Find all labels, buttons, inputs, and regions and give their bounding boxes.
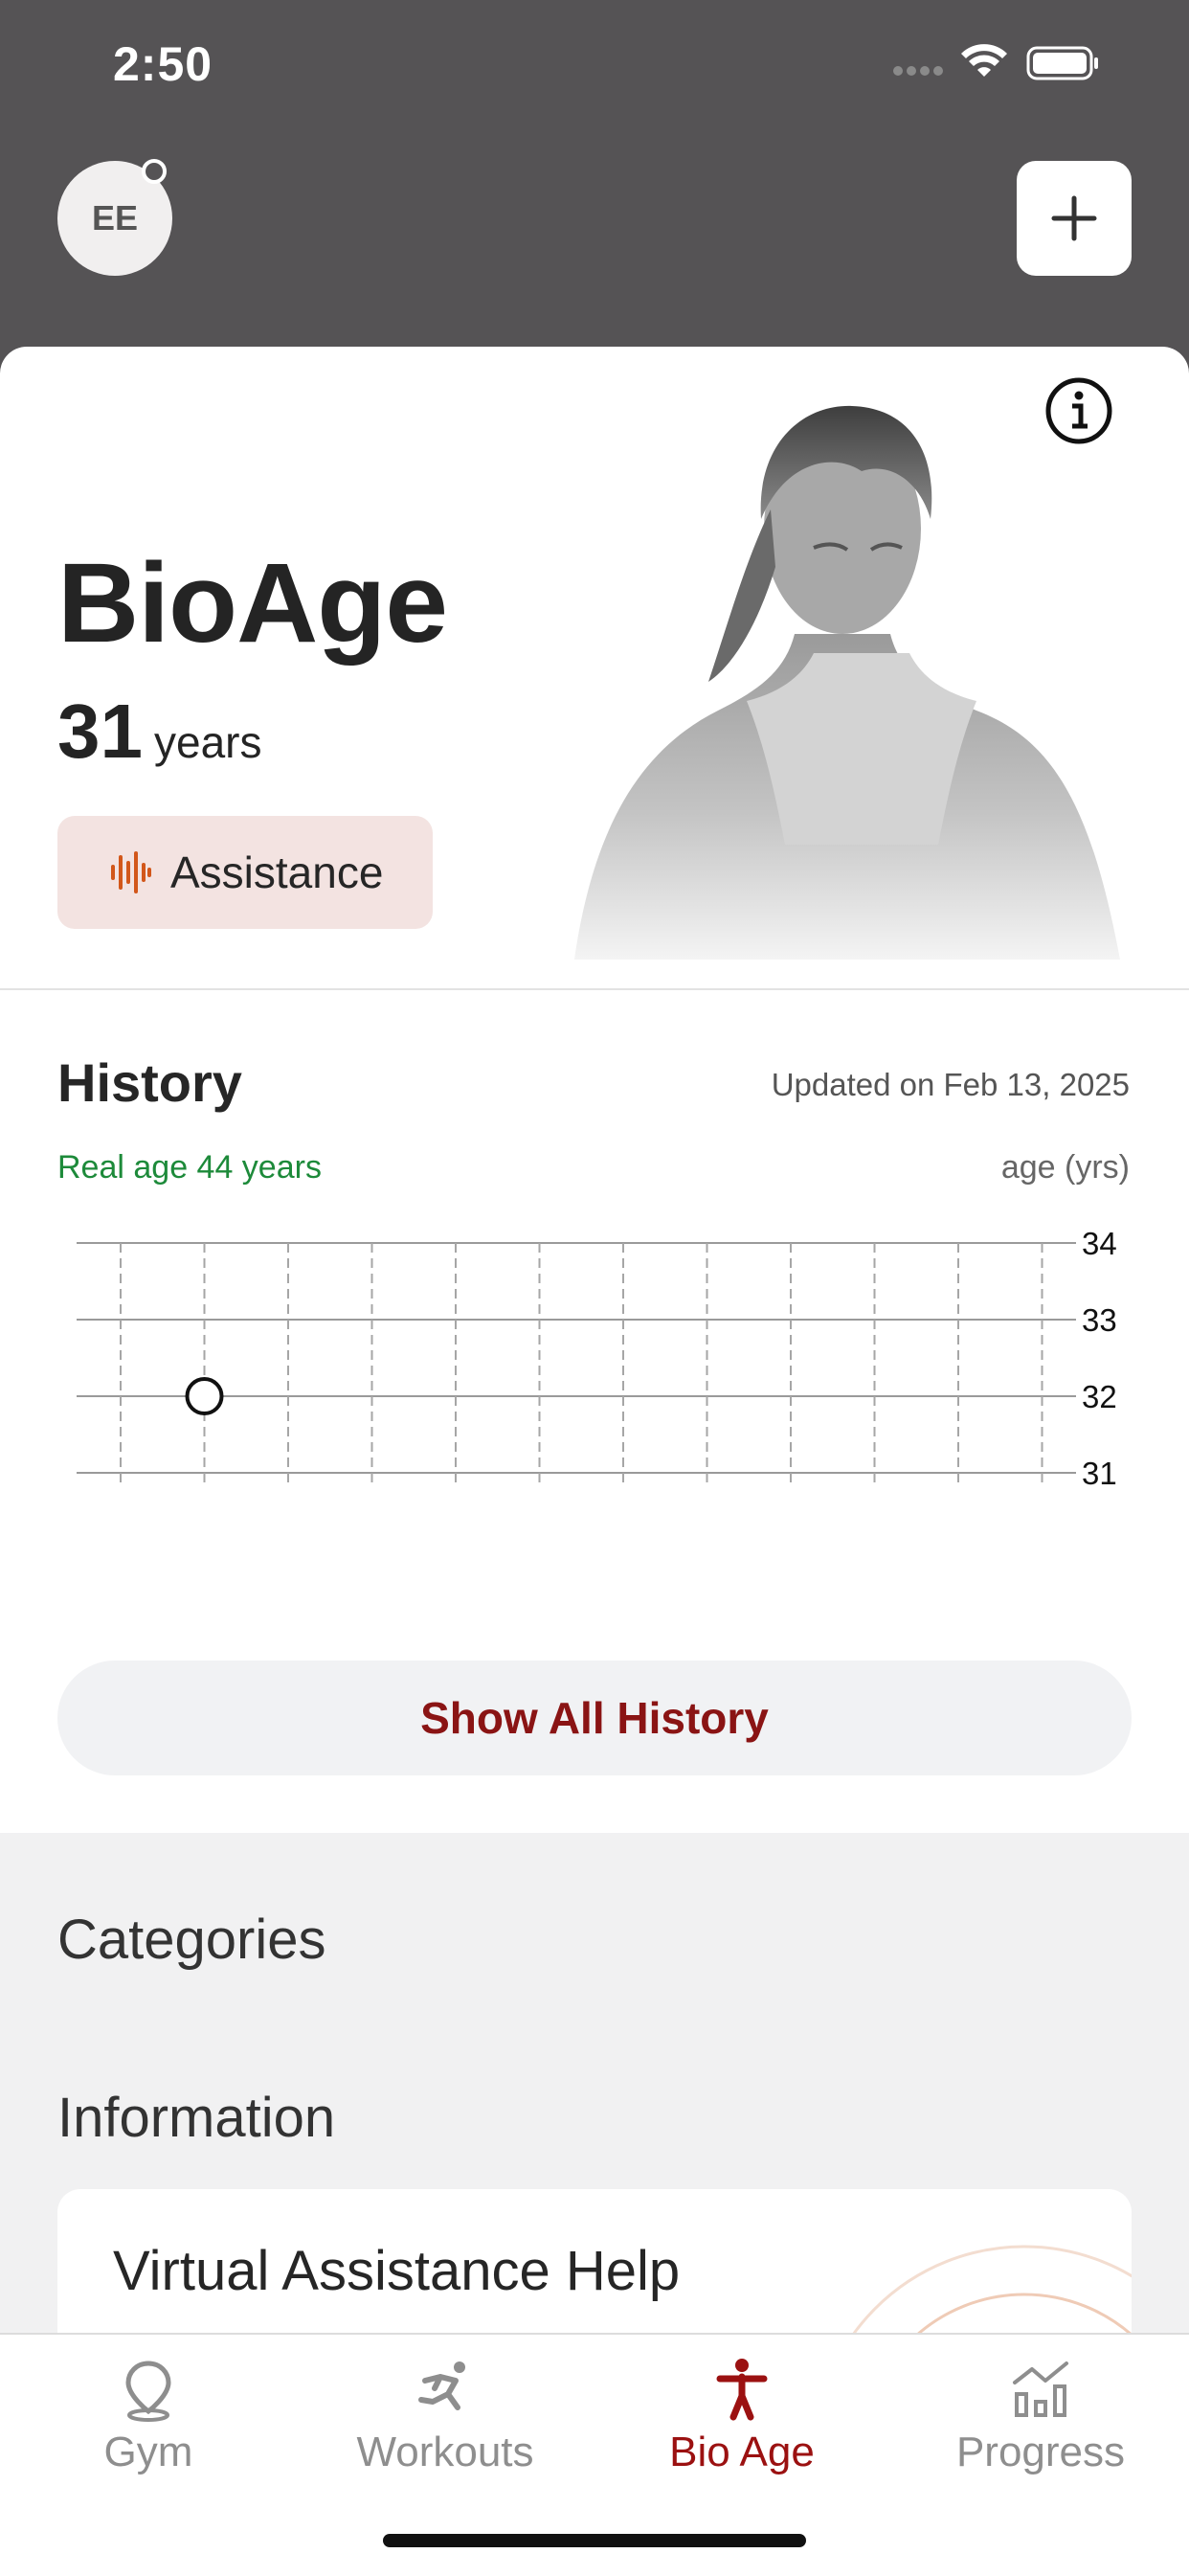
add-button[interactable] xyxy=(1017,161,1132,276)
y-tick-label: 33 xyxy=(1082,1302,1117,1338)
history-chart: 3433323130JanFebMarAprMayJunJulAugSepOct… xyxy=(77,1226,1117,1486)
assistance-label: Assistance xyxy=(170,847,384,897)
virtual-assistance-title: Virtual Assistance Help xyxy=(113,2240,681,2302)
categories-heading: Categories xyxy=(57,1909,326,1971)
body-figure-icon xyxy=(716,2359,768,2421)
bioage-unit: years xyxy=(153,717,262,767)
tab-bio-age[interactable]: Bio Age xyxy=(617,2356,866,2476)
battery-icon xyxy=(1026,46,1098,80)
bioage-number: 31 xyxy=(57,689,143,774)
y-tick-label: 31 xyxy=(1082,1456,1117,1486)
home-indicator xyxy=(383,2534,806,2547)
history-title: History xyxy=(57,1052,242,1113)
avatar-initials: EE xyxy=(91,198,139,237)
show-all-history-label: Show All History xyxy=(420,1693,769,1743)
tab-label: Bio Age xyxy=(669,2429,815,2475)
wifi-icon xyxy=(961,44,1007,77)
tab-label: Gym xyxy=(103,2429,193,2475)
y-tick-label: 32 xyxy=(1082,1379,1117,1414)
bioage-card: BioAge 31 years Assistance History Update… xyxy=(0,347,1189,1833)
bioage-value: 31 years xyxy=(57,688,261,776)
data-point xyxy=(185,1377,224,1415)
axis-unit-label: age (yrs) xyxy=(1000,1149,1130,1186)
bioage-title: BioAge xyxy=(57,540,448,667)
history-updated-text: Updated on Feb 13, 2025 xyxy=(771,1067,1130,1102)
info-icon[interactable] xyxy=(1043,375,1114,446)
information-heading: Information xyxy=(57,2087,336,2149)
location-pin-icon xyxy=(125,2361,171,2422)
show-all-history-button[interactable]: Show All History xyxy=(57,1661,1132,1775)
running-figure-icon xyxy=(418,2361,465,2410)
tab-label: Progress xyxy=(955,2429,1126,2475)
real-age-text: Real age 44 years xyxy=(57,1149,322,1186)
plus-icon xyxy=(1051,195,1097,241)
assistance-button[interactable]: Assistance xyxy=(57,816,433,929)
status-icons xyxy=(892,42,1132,89)
tab-workouts[interactable]: Workouts xyxy=(321,2356,570,2476)
tab-progress[interactable]: Progress xyxy=(916,2356,1165,2476)
status-time: 2:50 xyxy=(113,37,213,91)
bar-chart-icon xyxy=(1013,2361,1068,2417)
section-divider xyxy=(0,988,1189,990)
athlete-portrait-image xyxy=(574,405,1120,960)
tab-gym[interactable]: Gym xyxy=(24,2356,273,2476)
soundwave-icon xyxy=(111,851,151,893)
y-tick-label: 34 xyxy=(1082,1226,1117,1261)
tab-label: Workouts xyxy=(356,2429,534,2475)
signal-icon xyxy=(893,66,943,76)
avatar-notification-dot xyxy=(142,159,167,184)
